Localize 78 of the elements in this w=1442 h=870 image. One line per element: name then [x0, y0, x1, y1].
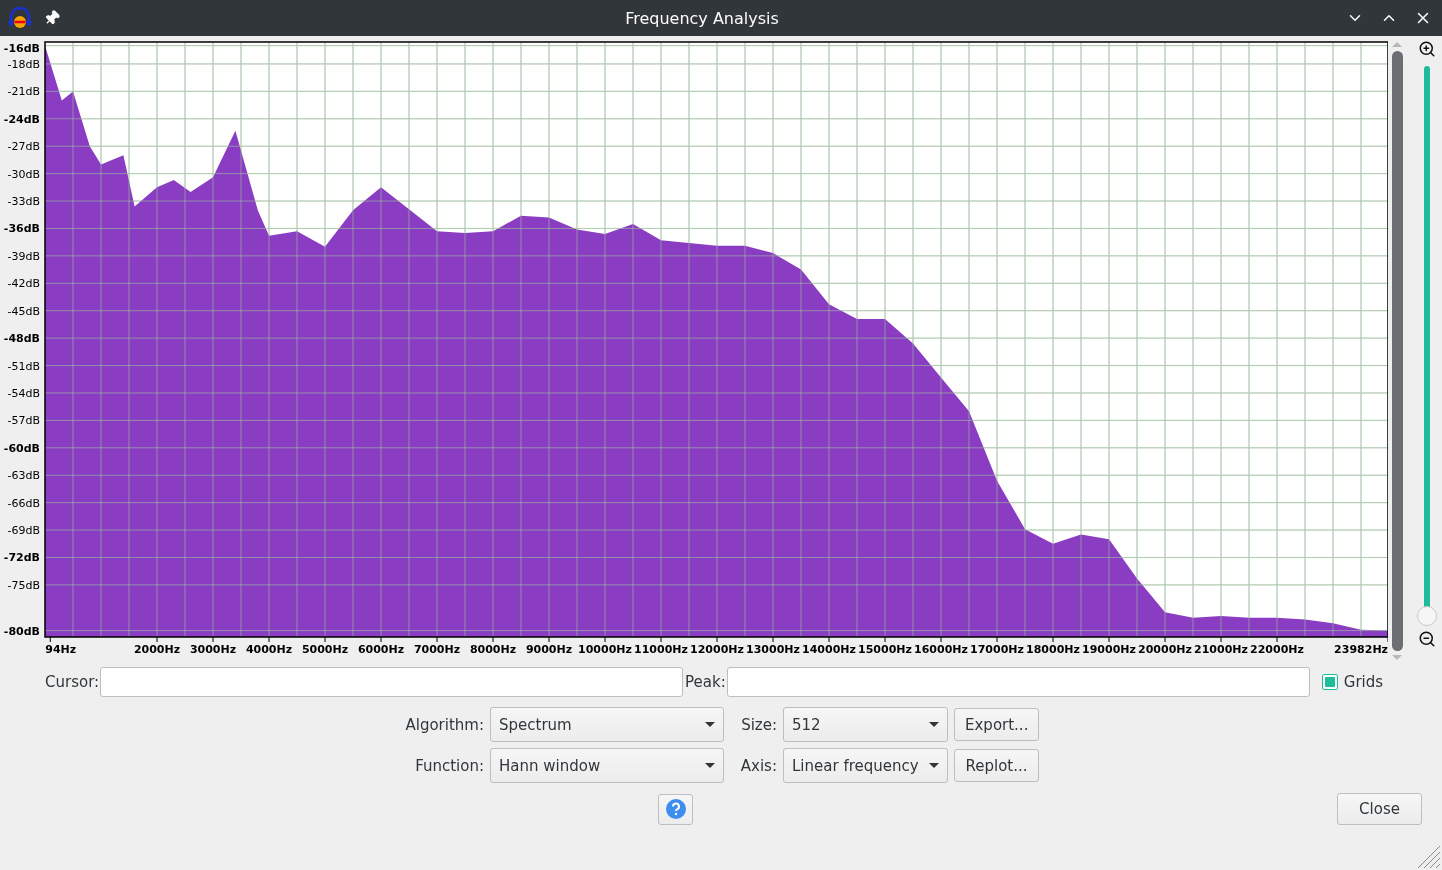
x-axis-label: 7000Hz	[413, 643, 461, 656]
caret-icon	[705, 722, 715, 727]
x-axis-label: 10000Hz	[578, 643, 632, 656]
question-icon	[665, 799, 686, 819]
y-axis-label: -18dB	[7, 57, 40, 71]
y-axis-label: -33dB	[7, 195, 40, 209]
x-axis-label: 94Hz	[45, 643, 77, 656]
y-axis-label: -16dB	[3, 42, 40, 55]
y-axis-label: -21dB	[7, 85, 40, 99]
x-axis-label: 17000Hz	[970, 643, 1024, 656]
x-axis-label: 9000Hz	[525, 643, 573, 656]
peak-field[interactable]	[726, 667, 1310, 697]
y-axis-label: -27dB	[7, 140, 40, 154]
x-axis-label: 16000Hz	[914, 643, 968, 656]
x-axis-label: 3000Hz	[189, 643, 237, 656]
function-select[interactable]: Hann window	[490, 748, 724, 783]
headphones-logo-icon	[8, 6, 32, 30]
function-label: Function:	[414, 756, 484, 775]
x-axis-label: 5000Hz	[301, 643, 349, 656]
y-axis-label: -57dB	[7, 414, 40, 428]
x-axis-label: 21000Hz	[1194, 643, 1248, 656]
y-axis-label: -69dB	[7, 524, 40, 538]
size-label: Size:	[740, 715, 777, 734]
y-axis-label: -66dB	[7, 496, 40, 510]
axis-select[interactable]: Linear frequency	[783, 748, 948, 783]
y-axis-label: -80dB	[3, 624, 40, 638]
x-axis-label: 18000Hz	[1026, 643, 1080, 656]
window-title: Frequency Analysis	[624, 8, 780, 28]
y-axis-label: -39dB	[7, 249, 40, 263]
caret-icon	[929, 763, 939, 768]
zoom-out-icon[interactable]	[1418, 630, 1436, 648]
x-axis-label: 22000Hz	[1250, 643, 1304, 656]
y-axis-label: -60dB	[3, 441, 40, 455]
x-axis-label: 6000Hz	[357, 643, 405, 656]
y-axis-label: -48dB	[3, 332, 40, 346]
cursor-label: Cursor:	[45, 673, 100, 691]
grids-checkbox[interactable]	[1321, 674, 1338, 690]
size-select[interactable]: 512	[783, 707, 948, 742]
x-axis-label: 4000Hz	[245, 643, 293, 656]
close-button[interactable]: Close	[1337, 793, 1422, 825]
x-axis-label: 23982Hz	[1334, 643, 1388, 656]
y-axis-label: -45dB	[7, 304, 40, 318]
scroll-up-icon[interactable]	[1392, 42, 1403, 47]
x-axis-label: 2000Hz	[133, 643, 181, 656]
x-axis-label: 14000Hz	[802, 643, 856, 656]
y-axis-label: -30dB	[7, 167, 40, 181]
x-axis-label: 11000Hz	[634, 643, 688, 656]
y-axis-label: -24dB	[3, 112, 40, 126]
x-axis-label: 13000Hz	[746, 643, 800, 656]
algorithm-select[interactable]: Spectrum	[490, 707, 724, 742]
y-axis-label: -51dB	[7, 359, 40, 373]
export-button[interactable]: Export...	[954, 708, 1039, 741]
peak-label: Peak:	[685, 673, 726, 691]
algorithm-label: Algorithm:	[404, 715, 484, 734]
axis-label: Axis:	[739, 756, 777, 775]
replot-button[interactable]: Replot...	[954, 749, 1039, 782]
x-axis-label: 15000Hz	[858, 643, 912, 656]
x-axis-label: 8000Hz	[469, 643, 517, 656]
grids-label: Grids	[1343, 673, 1384, 691]
scroll-down-icon[interactable]	[1392, 655, 1403, 660]
slider-thumb[interactable]	[1417, 606, 1437, 626]
zoom-in-icon[interactable]	[1418, 40, 1436, 58]
x-axis-label: 20000Hz	[1138, 643, 1192, 656]
y-axis-label: -72dB	[3, 551, 40, 565]
y-axis-label: -42dB	[7, 277, 40, 291]
y-axis-label: -63dB	[7, 469, 40, 483]
x-axis-label: 12000Hz	[690, 643, 744, 656]
caret-icon	[929, 722, 939, 727]
y-axis-label: -54dB	[7, 386, 40, 400]
help-button[interactable]	[658, 793, 693, 825]
y-axis-label: -75dB	[7, 578, 40, 592]
cursor-field[interactable]	[100, 667, 684, 697]
resize-grip-icon[interactable]	[1416, 844, 1440, 868]
y-axis-label: -36dB	[3, 222, 40, 236]
caret-icon	[705, 763, 715, 768]
zoom-slider[interactable]	[1416, 66, 1438, 626]
x-axis-label: 19000Hz	[1082, 643, 1136, 656]
scrollbar-thumb[interactable]	[1391, 51, 1403, 651]
